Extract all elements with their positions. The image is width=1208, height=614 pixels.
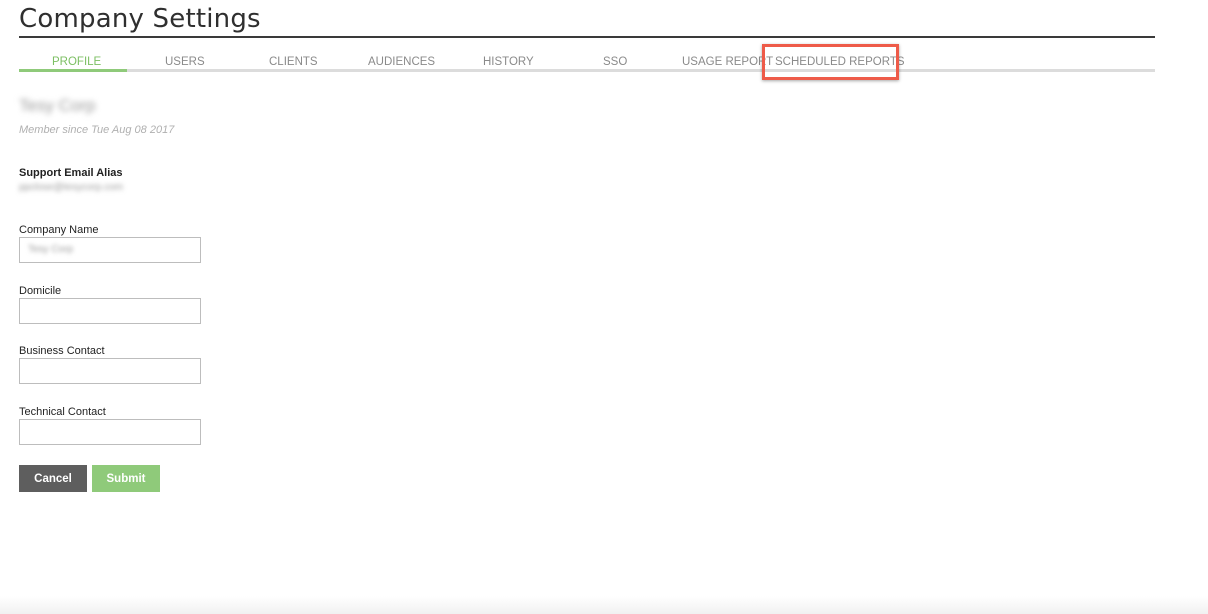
settings-tab-bar: PROFILE USERS CLIENTS AUDIENCES HISTORY … [19,52,1155,74]
technical-contact-field[interactable] [19,419,201,445]
tab-clients[interactable]: CLIENTS [269,56,318,68]
organization-name: Tesy Corp [19,96,96,115]
page-bottom-edge [0,596,1208,614]
tab-history[interactable]: HISTORY [483,56,534,68]
domicile-field[interactable] [19,298,201,324]
title-divider [19,36,1155,38]
tab-profile[interactable]: PROFILE [52,56,101,68]
tab-usage-report[interactable]: USAGE REPORT [682,56,773,68]
cancel-button[interactable]: Cancel [19,465,87,492]
company-name-label: Company Name [19,224,99,236]
member-since-text: Member since Tue Aug 08 2017 [19,124,175,136]
support-email-label: Support Email Alias [19,167,123,179]
company-name-value: Tesy Corp [28,244,74,255]
technical-contact-label: Technical Contact [19,406,106,418]
page-title: Company Settings [19,4,261,34]
company-name-field[interactable]: Tesy Corp [19,237,201,263]
tab-users[interactable]: USERS [165,56,205,68]
scheduled-reports-highlight-box [762,44,899,80]
submit-button[interactable]: Submit [92,465,160,492]
business-contact-label: Business Contact [19,345,105,357]
support-email-value: ppclose@tesycorp.com [19,182,124,193]
tab-audiences[interactable]: AUDIENCES [368,56,435,68]
domicile-label: Domicile [19,285,62,297]
active-tab-indicator [19,69,127,72]
tab-sso[interactable]: SSO [603,56,627,68]
tab-track [19,69,1155,72]
business-contact-field[interactable] [19,358,201,384]
